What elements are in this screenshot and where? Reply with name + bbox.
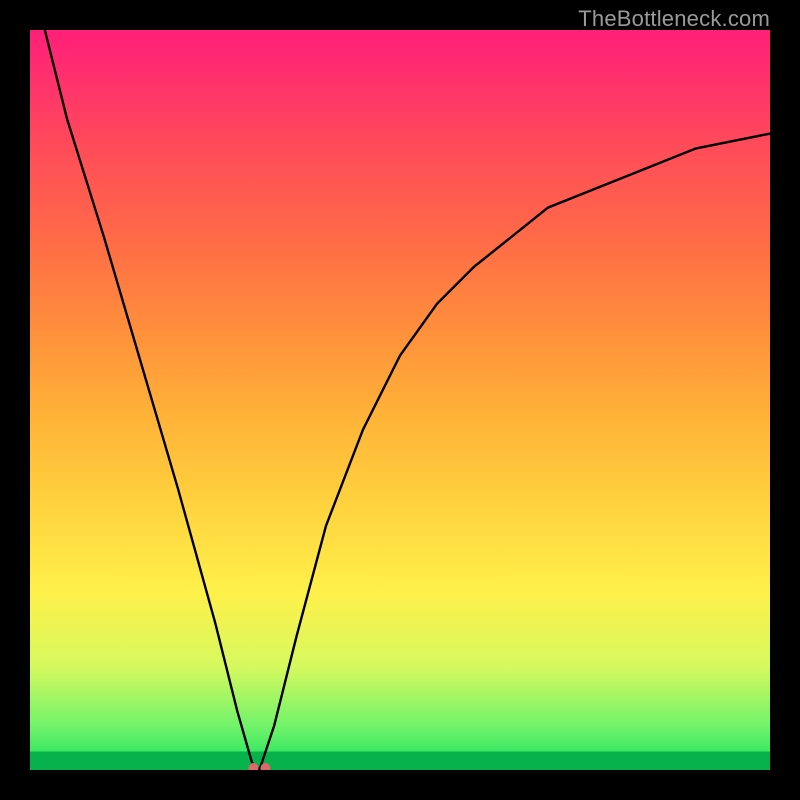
watermark-text: TheBottleneck.com: [578, 6, 770, 32]
curve-svg: [30, 30, 770, 770]
chart-frame: TheBottleneck.com: [0, 0, 800, 800]
plot-area: [30, 30, 770, 770]
bottleneck-curve: [45, 30, 770, 770]
min-marker-a: [248, 763, 258, 770]
